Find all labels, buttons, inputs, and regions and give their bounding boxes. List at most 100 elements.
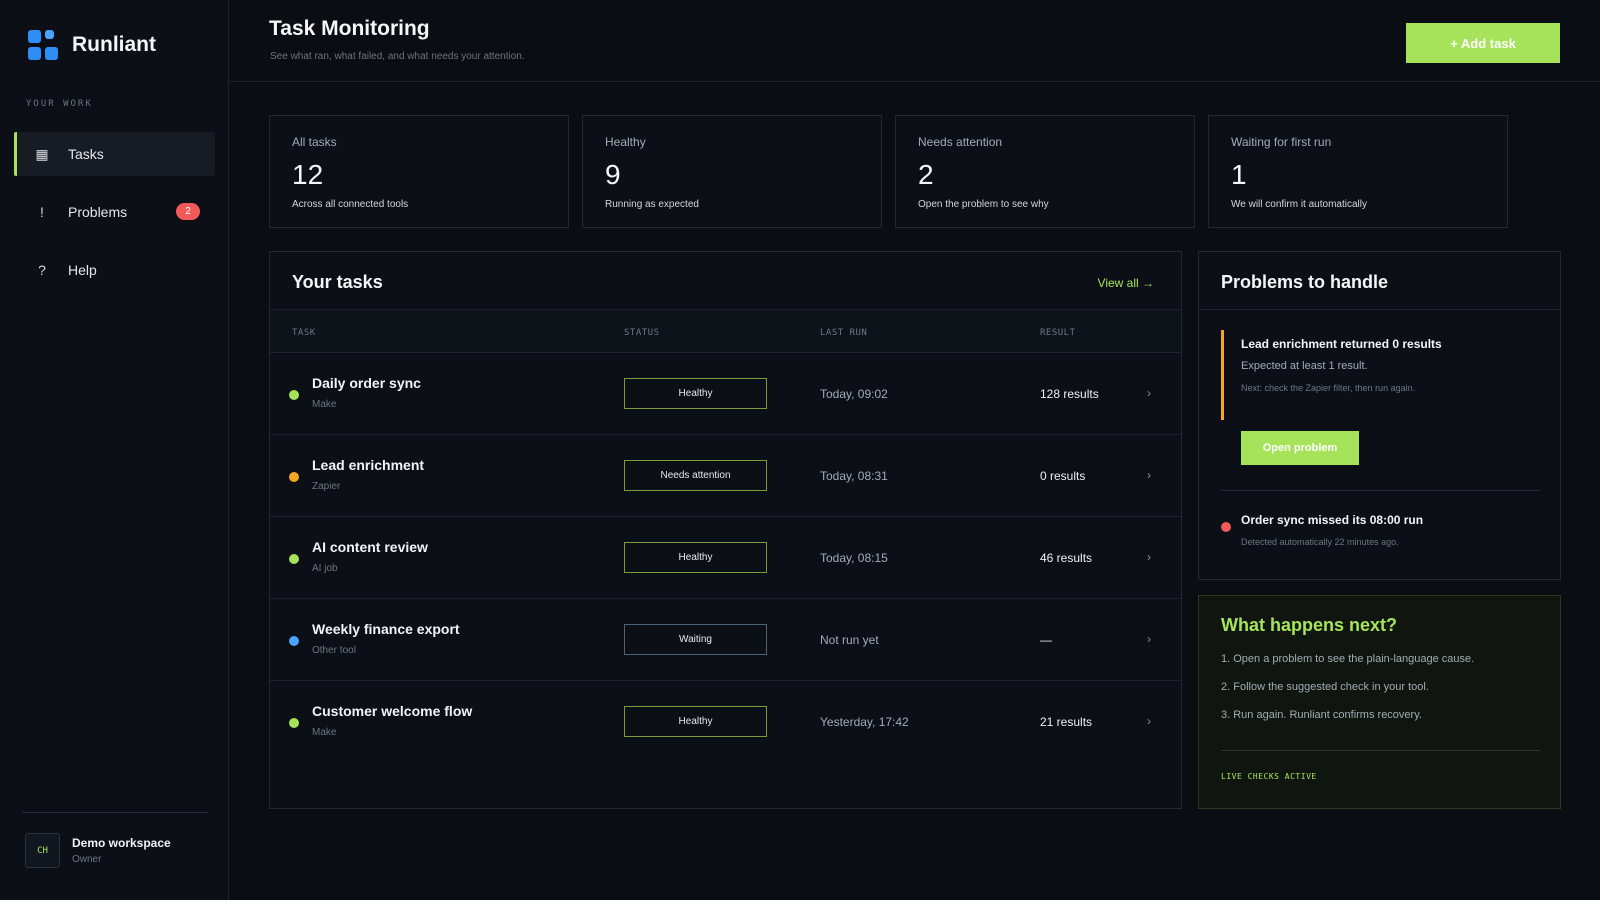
workspace-name: Demo workspace (72, 836, 171, 850)
table-row[interactable]: Weekly finance export Other tool Waiting… (270, 599, 1181, 681)
column-header-last-run: LAST RUN (820, 328, 868, 338)
status-dot (289, 472, 299, 482)
stat-value: 12 (292, 159, 324, 190)
status-dot (289, 554, 299, 564)
next-steps-list: 1. Open a problem to see the plain-langu… (1221, 653, 1474, 737)
page-subtitle: See what ran, what failed, and what need… (270, 51, 525, 62)
sidebar-item-label: Help (68, 262, 97, 278)
task-tool: Make (312, 399, 337, 410)
stat-note: Running as expected (605, 199, 699, 210)
list-item: 1. Open a problem to see the plain-langu… (1221, 653, 1475, 665)
sidebar-nav: ▦ Tasks ! Problems 2 ? Help (14, 132, 215, 306)
stat-value: 9 (605, 159, 621, 190)
table-header: TASK STATUS LAST RUN RESULT (270, 309, 1181, 353)
panel-title: What happens next? (1221, 615, 1398, 635)
stat-card-all-tasks: All tasks 12 Across all connected tools (269, 115, 569, 228)
divider (1221, 490, 1540, 491)
last-run: Today, 08:15 (820, 551, 888, 565)
live-checks-status: LIVE CHECKS ACTIVE (1221, 772, 1317, 781)
add-task-button[interactable]: + Add task (1406, 23, 1560, 63)
status-badge: Waiting (624, 624, 767, 655)
workspace-role: Owner (72, 854, 102, 865)
chevron-right-icon[interactable]: › (1147, 632, 1151, 646)
app-logo[interactable]: Runliant (28, 30, 156, 60)
table-row[interactable]: Lead enrichment Zapier Needs attention T… (270, 435, 1181, 517)
grid-icon: ▦ (35, 145, 49, 162)
column-header-task: TASK (292, 328, 316, 338)
stat-label: All tasks (292, 135, 337, 149)
list-item: 3. Run again. Runliant confirms recovery… (1221, 709, 1422, 721)
result-count: 128 results (1040, 387, 1099, 401)
last-run: Not run yet (820, 633, 879, 647)
sidebar-item-help[interactable]: ? Help (14, 248, 215, 292)
stats-row: All tasks 12 Across all connected tools … (269, 115, 1508, 228)
runliant-logo-icon (28, 30, 58, 60)
column-header-result: RESULT (1040, 328, 1076, 338)
sidebar: Runliant YOUR WORK ▦ Tasks ! Problems 2 … (0, 0, 229, 900)
stat-label: Waiting for first run (1231, 135, 1332, 149)
problem-title[interactable]: Order sync missed its 08:00 run (1241, 513, 1423, 527)
last-run: Today, 09:02 (820, 387, 888, 401)
problem-title: Lead enrichment returned 0 results (1241, 337, 1442, 351)
stat-card-waiting: Waiting for first run 1 We will confirm … (1208, 115, 1508, 228)
chevron-right-icon[interactable]: › (1147, 468, 1151, 482)
stat-label: Needs attention (918, 135, 1003, 149)
chevron-right-icon[interactable]: › (1147, 386, 1151, 400)
panel-title: Problems to handle (1221, 272, 1389, 292)
next-steps-panel: What happens next? 1. Open a problem to … (1198, 595, 1561, 809)
tasks-panel: Your tasks View all → TASK STATUS LAST R… (269, 251, 1182, 809)
status-dot (1221, 522, 1231, 532)
sidebar-item-tasks[interactable]: ▦ Tasks (14, 132, 215, 176)
chevron-right-icon[interactable]: › (1147, 714, 1151, 728)
page-header: Task Monitoring See what ran, what faile… (229, 0, 1600, 82)
result-count: 0 results (1040, 469, 1086, 483)
status-badge: Healthy (624, 542, 767, 573)
result-count: — (1040, 633, 1052, 647)
status-badge: Healthy (624, 378, 767, 409)
problems-panel: Problems to handle Lead enrichment retur… (1198, 251, 1561, 580)
column-header-status: STATUS (624, 328, 660, 338)
view-all-link[interactable]: View all → (1098, 276, 1154, 290)
workspace-info: Demo workspace Owner (72, 836, 171, 865)
exclamation-icon: ! (40, 204, 44, 220)
table-row[interactable]: AI content review AI job Healthy Today, … (270, 517, 1181, 599)
app-name: Runliant (72, 33, 156, 56)
divider (1199, 309, 1560, 310)
avatar: CH (25, 833, 60, 868)
sidebar-divider (22, 812, 208, 813)
problem-description: Detected automatically 22 minutes ago. (1241, 537, 1399, 547)
sidebar-item-label: Tasks (68, 146, 104, 162)
task-tool: AI job (312, 563, 338, 574)
open-problem-button[interactable]: Open problem (1241, 431, 1359, 465)
status-badge: Needs attention (624, 460, 767, 491)
sidebar-item-label: Problems (68, 204, 128, 220)
task-name: Lead enrichment (312, 457, 425, 473)
question-icon: ? (38, 262, 46, 278)
stat-note: We will confirm it automatically (1231, 199, 1367, 210)
task-tool: Zapier (312, 481, 341, 492)
task-tool: Other tool (312, 645, 356, 656)
problem-item-lead-enrichment: Lead enrichment returned 0 results Expec… (1221, 330, 1541, 420)
divider (1221, 750, 1540, 751)
table-row[interactable]: Daily order sync Make Healthy Today, 09:… (270, 353, 1181, 435)
result-count: 46 results (1040, 551, 1093, 565)
table-row[interactable]: Customer welcome flow Make Healthy Yeste… (270, 681, 1181, 763)
sidebar-item-problems[interactable]: ! Problems 2 (14, 190, 215, 234)
workspace-switcher[interactable]: CH Demo workspace Owner (25, 833, 171, 868)
status-dot (289, 390, 299, 400)
status-badge: Healthy (624, 706, 767, 737)
stat-value: 1 (1231, 159, 1247, 190)
stat-note: Open the problem to see why (918, 199, 1049, 210)
stat-label: Healthy (605, 135, 646, 149)
last-run: Yesterday, 17:42 (820, 715, 909, 729)
task-name: Weekly finance export (312, 621, 460, 637)
problems-count-badge: 2 (176, 203, 200, 220)
problem-next-step: Next: check the Zapier filter, then run … (1241, 383, 1416, 393)
stat-value: 2 (918, 159, 934, 190)
status-dot (289, 718, 299, 728)
task-name: Daily order sync (312, 375, 421, 391)
result-count: 21 results (1040, 715, 1093, 729)
list-item: 2. Follow the suggested check in your to… (1221, 681, 1429, 693)
chevron-right-icon[interactable]: › (1147, 550, 1151, 564)
status-dot (289, 636, 299, 646)
